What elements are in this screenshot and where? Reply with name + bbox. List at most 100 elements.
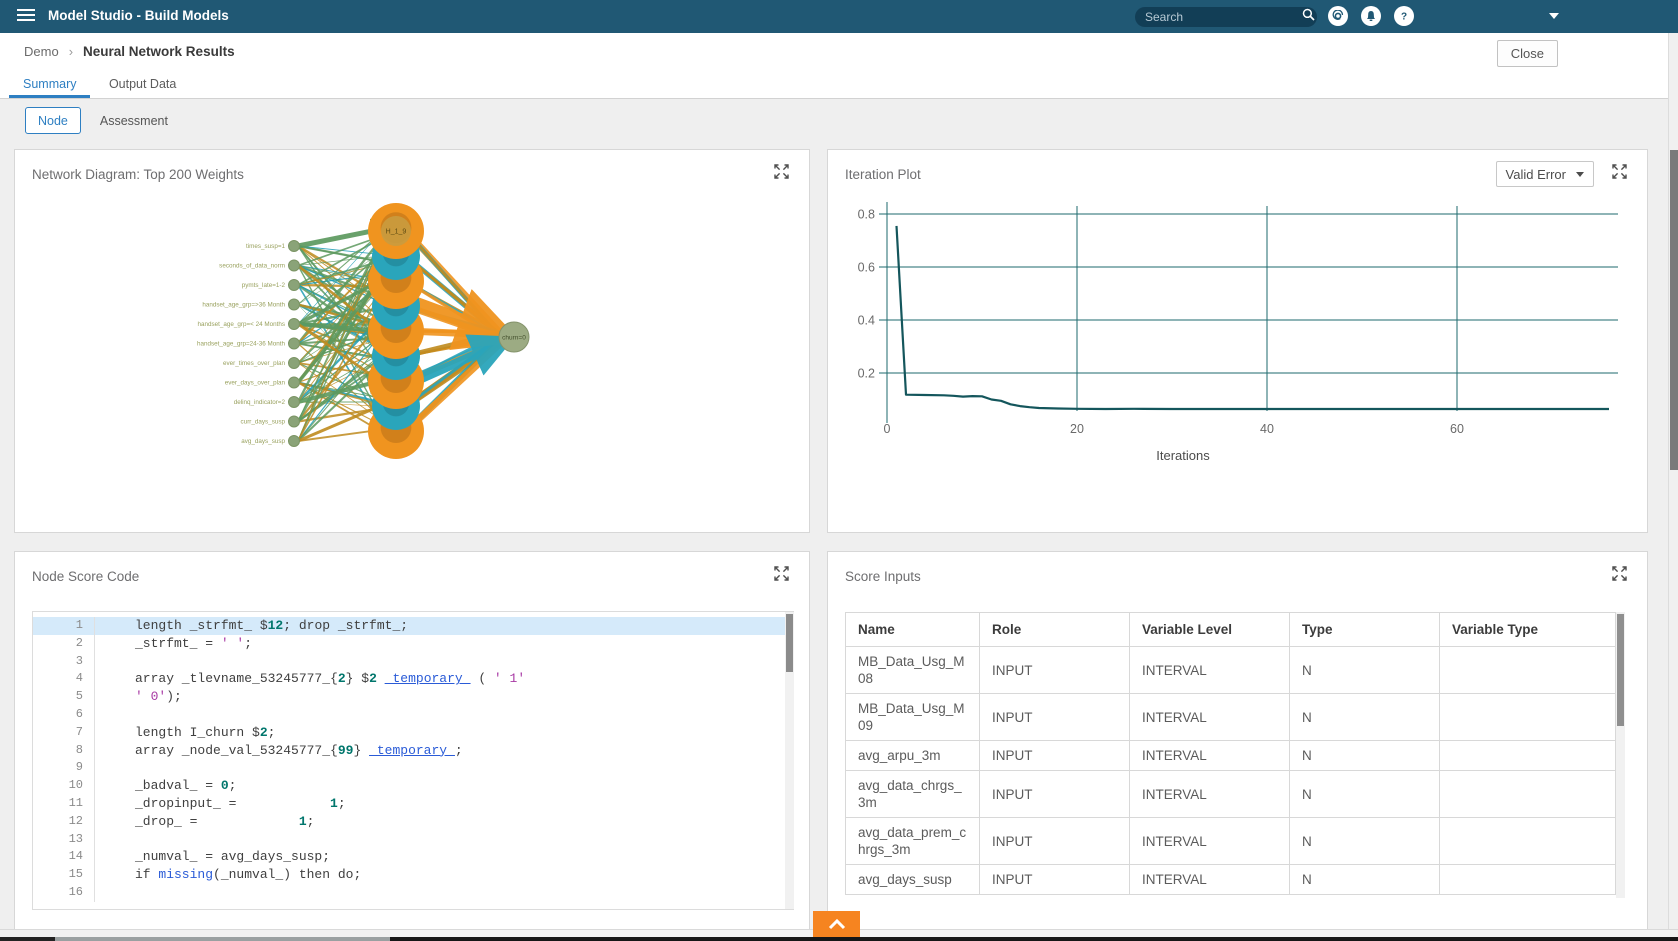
expand-icon[interactable] bbox=[1612, 566, 1627, 586]
breadcrumb-project-link[interactable]: Demo bbox=[24, 44, 59, 59]
topbar-menu-caret-icon[interactable] bbox=[1549, 13, 1559, 24]
node-score-code-panel: Node Score Code 1length _strfmt_ $12; dr… bbox=[14, 551, 810, 935]
code-line[interactable]: 9 bbox=[33, 759, 793, 777]
code-line[interactable]: 4array _tlevname_53245777_{2} $2 _tempor… bbox=[33, 670, 793, 688]
score-inputs-title: Score Inputs bbox=[845, 569, 921, 584]
table-row[interactable]: avg_arpu_3mINPUTINTERVALN bbox=[846, 741, 1616, 771]
plot-metric-value: Valid Error bbox=[1506, 167, 1566, 182]
search-input[interactable] bbox=[1143, 9, 1302, 25]
chevron-down-icon bbox=[1576, 172, 1584, 181]
table-cell: INTERVAL bbox=[1130, 694, 1290, 741]
code-line[interactable]: 16 bbox=[33, 884, 793, 902]
code-line[interactable]: 8array _node_val_53245777_{99} _temporar… bbox=[33, 742, 793, 760]
svg-text:Iterations: Iterations bbox=[1156, 448, 1210, 463]
code-line[interactable]: 12_drop_ = 1; bbox=[33, 813, 793, 831]
svg-text:curr_days_susp: curr_days_susp bbox=[241, 419, 286, 426]
column-header[interactable]: Name bbox=[846, 613, 980, 647]
code-line[interactable]: 5' 0'); bbox=[33, 688, 793, 706]
svg-text:pymts_late=1-2: pymts_late=1-2 bbox=[242, 282, 286, 289]
table-cell: INTERVAL bbox=[1130, 741, 1290, 771]
svg-text:seconds_of_data_norm: seconds_of_data_norm bbox=[219, 263, 285, 270]
table-cell: MB_Data_Usg_M09 bbox=[846, 694, 980, 741]
iteration-plot-chart: 0.20.40.60.80204060Iterations bbox=[828, 150, 1647, 532]
code-line[interactable]: 2_strfmt_ = ' '; bbox=[33, 635, 793, 653]
table-scrollbar-thumb[interactable] bbox=[1617, 614, 1624, 726]
table-row[interactable]: avg_data_chrgs_3mINPUTINTERVALN bbox=[846, 771, 1616, 818]
code-panel-title: Node Score Code bbox=[32, 569, 139, 584]
table-row[interactable]: MB_Data_Usg_M08INPUTINTERVALN bbox=[846, 647, 1616, 694]
code-line[interactable]: 1length _strfmt_ $12; drop _strfmt_; bbox=[33, 617, 793, 635]
code-line[interactable]: 6 bbox=[33, 706, 793, 724]
expand-icon[interactable] bbox=[1612, 164, 1627, 184]
node-toggle-button[interactable]: Node bbox=[25, 107, 81, 134]
table-cell bbox=[1440, 818, 1616, 865]
table-scrollbar[interactable] bbox=[1616, 612, 1625, 898]
table-row[interactable]: avg_data_prem_chrgs_3mINPUTINTERVALN bbox=[846, 818, 1616, 865]
svg-text:ever_days_over_plan: ever_days_over_plan bbox=[225, 380, 286, 387]
assessment-toggle-button[interactable]: Assessment bbox=[94, 110, 174, 132]
tab-summary[interactable]: Summary bbox=[9, 72, 90, 98]
svg-text:handset_age_grp=24-36 Month: handset_age_grp=24-36 Month bbox=[197, 341, 286, 348]
code-line[interactable]: 15if missing(_numval_) then do; bbox=[33, 866, 793, 884]
search-icon[interactable] bbox=[1302, 8, 1315, 26]
tab-output-data[interactable]: Output Data bbox=[95, 72, 190, 95]
table-cell: avg_data_chrgs_3m bbox=[846, 771, 980, 818]
table-cell bbox=[1440, 647, 1616, 694]
code-line[interactable]: 14_numval_ = avg_days_susp; bbox=[33, 848, 793, 866]
score-inputs-panel: Score Inputs NameRoleVariable LevelTypeV… bbox=[827, 551, 1648, 935]
column-header[interactable]: Variable Level bbox=[1130, 613, 1290, 647]
code-line[interactable]: 3 bbox=[33, 653, 793, 671]
plot-metric-dropdown[interactable]: Valid Error bbox=[1496, 161, 1594, 187]
svg-text:churn=0: churn=0 bbox=[502, 335, 526, 342]
svg-text:0.8: 0.8 bbox=[858, 208, 875, 222]
close-button[interactable]: Close bbox=[1497, 40, 1558, 67]
code-line[interactable]: 7length I_churn $2; bbox=[33, 724, 793, 742]
bottom-strip bbox=[55, 937, 390, 941]
code-scrollbar[interactable] bbox=[785, 612, 794, 909]
svg-text:0: 0 bbox=[884, 422, 891, 436]
code-line[interactable]: 10_badval_ = 0; bbox=[33, 777, 793, 795]
app-topbar: Model Studio - Build Models ? bbox=[0, 0, 1678, 33]
svg-text:0.4: 0.4 bbox=[858, 314, 875, 328]
menu-icon[interactable] bbox=[17, 9, 35, 23]
code-line[interactable]: 11_dropinput_ = 1; bbox=[33, 795, 793, 813]
column-header[interactable]: Type bbox=[1290, 613, 1440, 647]
table-cell: INTERVAL bbox=[1130, 818, 1290, 865]
table-cell bbox=[1440, 771, 1616, 818]
score-code-editor[interactable]: 1length _strfmt_ $12; drop _strfmt_;2_st… bbox=[32, 611, 794, 910]
code-line[interactable]: 13 bbox=[33, 831, 793, 849]
table-cell bbox=[1440, 865, 1616, 895]
tab-bar: Summary Output Data bbox=[0, 72, 1678, 99]
svg-text:H_1_9: H_1_9 bbox=[386, 229, 407, 236]
table-row[interactable]: MB_Data_Usg_M09INPUTINTERVALN bbox=[846, 694, 1616, 741]
svg-text:0.6: 0.6 bbox=[858, 261, 875, 275]
svg-text:60: 60 bbox=[1450, 422, 1464, 436]
expand-icon[interactable] bbox=[774, 164, 789, 184]
network-diagram-panel: H_1_9times_susp=1seconds_of_data_normpym… bbox=[14, 149, 810, 533]
app-title: Model Studio - Build Models bbox=[48, 8, 229, 23]
table-cell: INPUT bbox=[980, 771, 1130, 818]
column-header[interactable]: Role bbox=[980, 613, 1130, 647]
scroll-to-top-button[interactable] bbox=[813, 911, 860, 937]
search-box[interactable] bbox=[1135, 7, 1317, 27]
sas-drive-icon[interactable] bbox=[1328, 6, 1348, 26]
table-cell: INTERVAL bbox=[1130, 647, 1290, 694]
table-cell: N bbox=[1290, 694, 1440, 741]
table-cell: INTERVAL bbox=[1130, 771, 1290, 818]
table-cell: INPUT bbox=[980, 818, 1130, 865]
page-vertical-scrollbar-thumb[interactable] bbox=[1670, 150, 1678, 470]
help-icon[interactable]: ? bbox=[1394, 6, 1414, 26]
table-cell: INPUT bbox=[980, 865, 1130, 895]
page-title: Neural Network Results bbox=[83, 44, 235, 59]
svg-text:20: 20 bbox=[1070, 422, 1084, 436]
page-vertical-scrollbar[interactable] bbox=[1668, 33, 1678, 929]
code-scrollbar-thumb[interactable] bbox=[786, 614, 793, 672]
notifications-icon[interactable] bbox=[1361, 6, 1381, 26]
expand-icon[interactable] bbox=[774, 566, 789, 586]
table-cell: MB_Data_Usg_M08 bbox=[846, 647, 980, 694]
breadcrumb: Demo › Neural Network Results bbox=[24, 44, 235, 59]
svg-text:delinq_indicator=2: delinq_indicator=2 bbox=[234, 399, 286, 406]
svg-text:handset_age_grp=< 24 Months: handset_age_grp=< 24 Months bbox=[197, 321, 285, 328]
table-row[interactable]: avg_days_suspINPUTINTERVALN bbox=[846, 865, 1616, 895]
column-header[interactable]: Variable Type bbox=[1440, 613, 1616, 647]
